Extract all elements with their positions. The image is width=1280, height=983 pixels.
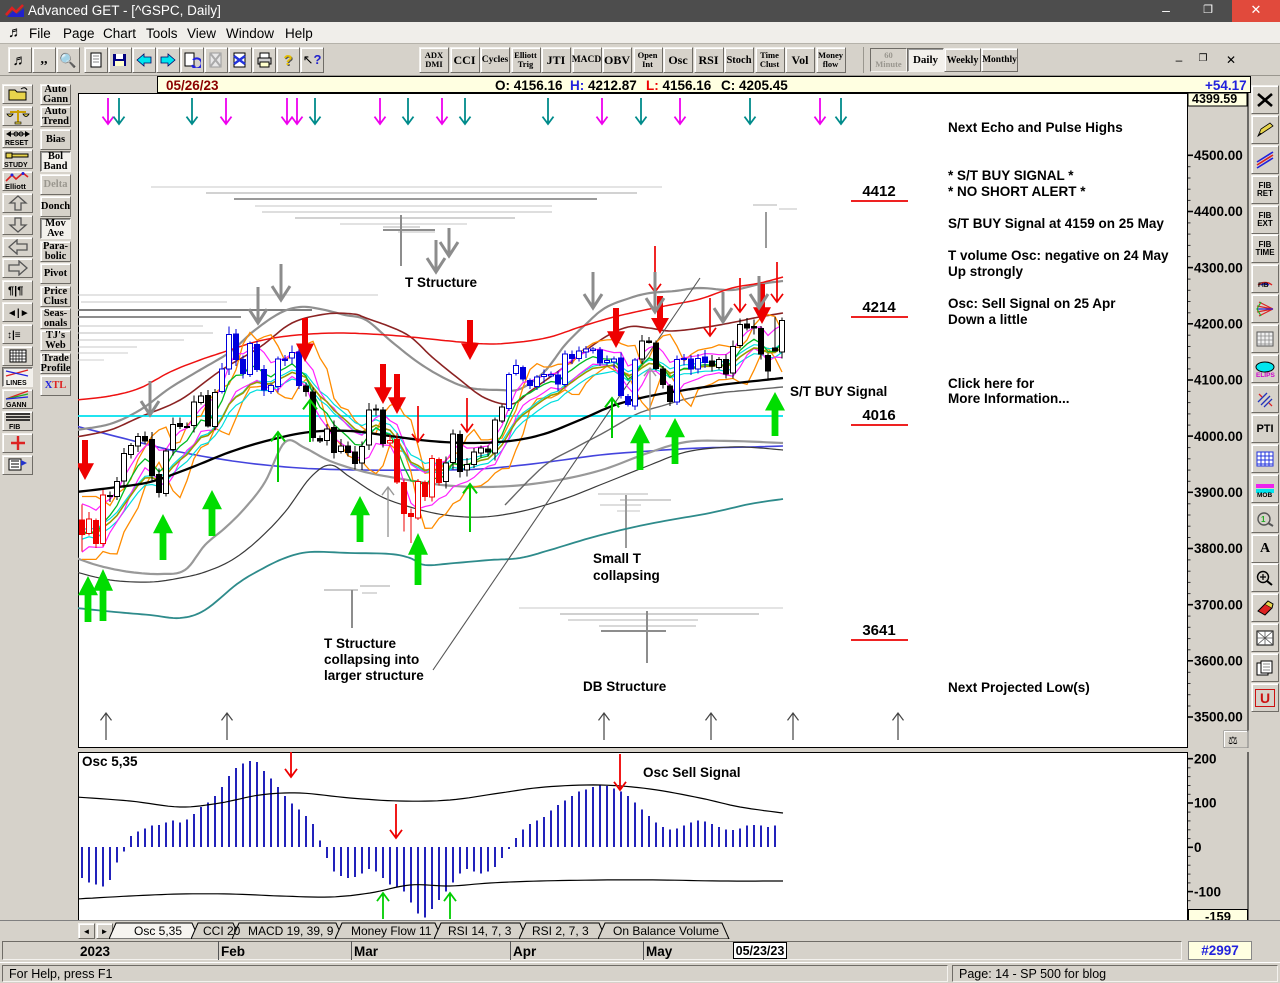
svg-text:More Information...: More Information... [948, 391, 1070, 406]
svg-text:3900.00: 3900.00 [1194, 485, 1243, 500]
svg-text:Down a little: Down a little [948, 312, 1028, 327]
svg-text:100: 100 [1194, 796, 1217, 811]
svg-text:3600.00: 3600.00 [1194, 654, 1243, 669]
svg-text:Osc 5,35: Osc 5,35 [82, 754, 138, 769]
svg-text:3641: 3641 [862, 622, 895, 639]
svg-text:FIB: FIB [9, 424, 20, 430]
svg-text:larger structure: larger structure [324, 668, 424, 683]
svg-text:Osc Sell Signal: Osc Sell Signal [643, 765, 741, 780]
svg-text:4000.00: 4000.00 [1194, 429, 1243, 444]
svg-text:MOB: MOB [1257, 492, 1272, 498]
svg-text:4200.00: 4200.00 [1194, 317, 1243, 332]
svg-text:⚖: ⚖ [1228, 735, 1238, 747]
svg-text:collapsing: collapsing [593, 568, 660, 583]
svg-text:4412: 4412 [862, 183, 895, 200]
svg-text:Small T: Small T [593, 551, 642, 566]
svg-text:S/T BUY Signal: S/T BUY Signal [790, 384, 887, 399]
svg-text:ELIPS: ELIPS [1256, 372, 1275, 378]
svg-text:* NO SHORT ALERT *: * NO SHORT ALERT * [948, 184, 1086, 199]
svg-text:4300.00: 4300.00 [1194, 260, 1243, 275]
svg-text:4100.00: 4100.00 [1194, 373, 1243, 388]
svg-text:0: 0 [1194, 840, 1202, 855]
svg-text:T Structure: T Structure [324, 636, 397, 651]
svg-text:1: 1 [1261, 515, 1266, 524]
svg-text:Osc: Sell Signal on 25 Apr: Osc: Sell Signal on 25 Apr [948, 296, 1116, 311]
svg-text:LINES: LINES [6, 380, 27, 386]
svg-text:-100: -100 [1194, 884, 1221, 899]
svg-text:4016: 4016 [862, 407, 895, 424]
svg-text:T Structure: T Structure [405, 275, 478, 290]
svg-text:¶|¶: ¶|¶ [8, 285, 23, 297]
svg-text:3800.00: 3800.00 [1194, 541, 1243, 556]
svg-text:Elliott: Elliott [5, 182, 26, 190]
svg-text:3700.00: 3700.00 [1194, 597, 1243, 612]
svg-text:T volume Osc: negative on 24 M: T volume Osc: negative on 24 May [948, 248, 1169, 263]
svg-text:Up strongly: Up strongly [948, 264, 1023, 279]
svg-text:* S/T BUY SIGNAL *: * S/T BUY SIGNAL * [948, 168, 1074, 183]
svg-text:STUDY: STUDY [4, 162, 28, 168]
svg-text:FIB: FIB [1258, 282, 1269, 288]
svg-text:collapsing into: collapsing into [324, 652, 419, 667]
svg-text:S/T BUY Signal at 4159 on 25 M: S/T BUY Signal at 4159 on 25 May [948, 216, 1164, 231]
svg-text:RESET: RESET [5, 140, 29, 147]
svg-text:4214: 4214 [862, 299, 896, 316]
svg-text:Click here for: Click here for [948, 376, 1035, 391]
svg-text:4400.00: 4400.00 [1194, 204, 1243, 219]
svg-text:Next Echo and Pulse Highs: Next Echo and Pulse Highs [948, 120, 1123, 135]
svg-text:4399.59: 4399.59 [1192, 93, 1237, 106]
svg-text:3500.00: 3500.00 [1194, 710, 1243, 725]
svg-text:◄|►◄: ◄|►◄ [7, 308, 30, 319]
svg-text:200: 200 [1194, 752, 1217, 766]
svg-text:GANN: GANN [6, 402, 27, 408]
svg-text:Next Projected Low(s): Next Projected Low(s) [948, 680, 1090, 695]
svg-text:↕|≡: ↕|≡ [7, 330, 21, 341]
svg-text:4500.00: 4500.00 [1194, 148, 1243, 163]
svg-text:DB Structure: DB Structure [583, 679, 667, 694]
